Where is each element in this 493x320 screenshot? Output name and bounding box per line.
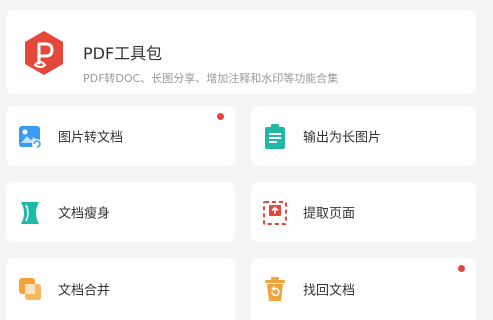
tool-label: 图片转文档 bbox=[58, 130, 124, 146]
tool-merge-doc[interactable]: 文档合并 bbox=[6, 258, 235, 320]
recover-icon bbox=[265, 277, 285, 301]
tool-recover-doc[interactable]: 找回文档 bbox=[251, 258, 476, 320]
long-image-icon bbox=[265, 124, 285, 149]
tool-export-long-image[interactable]: 输出为长图片 bbox=[251, 106, 476, 166]
tool-compress-doc[interactable]: 文档瘦身 bbox=[6, 182, 235, 242]
image-convert-icon bbox=[19, 126, 42, 149]
new-badge bbox=[217, 113, 224, 120]
tool-image-to-doc[interactable]: 图片转文档 bbox=[6, 106, 235, 166]
merge-icon bbox=[19, 278, 41, 300]
extract-page-icon bbox=[263, 201, 287, 225]
compress-icon bbox=[21, 202, 39, 224]
tool-label: 找回文档 bbox=[303, 283, 356, 299]
header-subtitle: PDF转DOC、长图分享、增加注释和水印等功能合集 bbox=[83, 72, 339, 85]
tool-label: 文档合并 bbox=[58, 283, 111, 299]
pdf-logo-icon bbox=[25, 31, 63, 75]
new-badge bbox=[458, 265, 465, 272]
pdf-toolkit-header-card[interactable]: PDF工具包 PDF转DOC、长图分享、增加注释和水印等功能合集 bbox=[6, 10, 476, 94]
page-title: PDF工具包 bbox=[83, 44, 163, 63]
tool-label: 提取页面 bbox=[303, 206, 356, 222]
tool-label: 文档瘦身 bbox=[58, 206, 111, 222]
tool-extract-page[interactable]: 提取页面 bbox=[251, 182, 476, 242]
tool-label: 输出为长图片 bbox=[303, 130, 382, 146]
